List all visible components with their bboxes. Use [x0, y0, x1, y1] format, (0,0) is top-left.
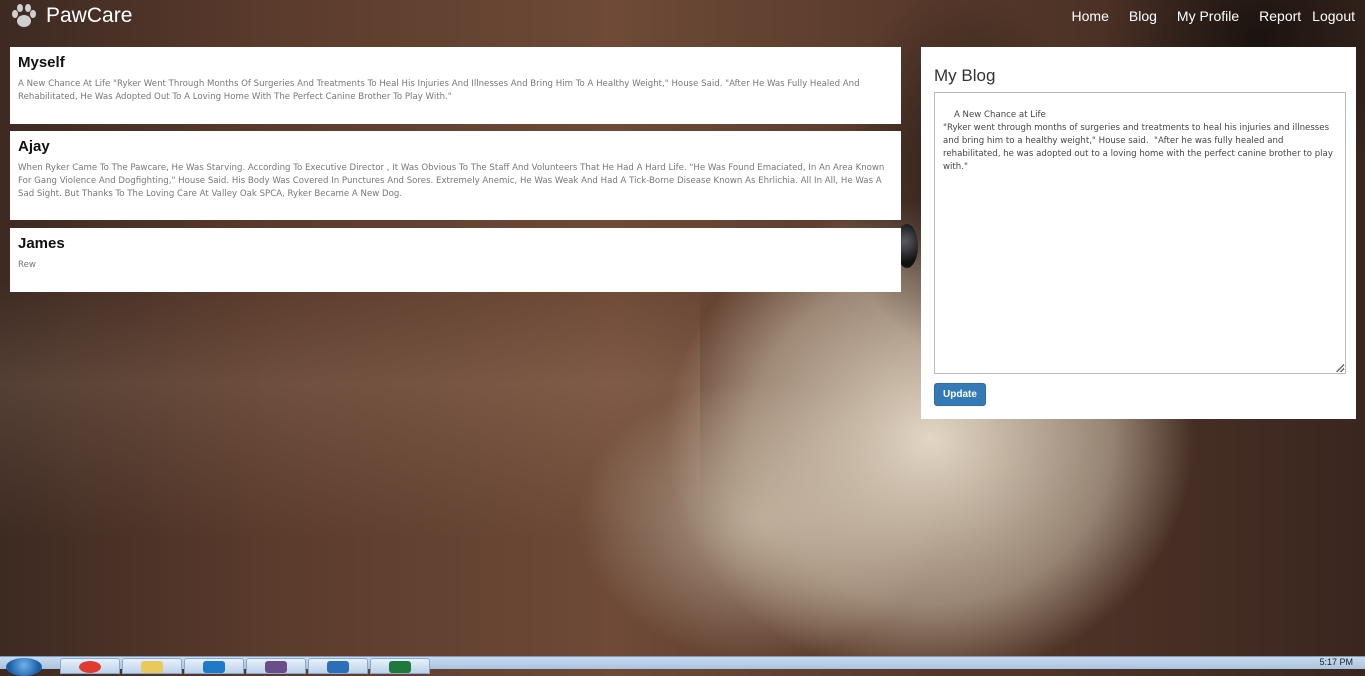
- post-card: Myself A New Chance At Life "Ryker Went …: [10, 47, 901, 124]
- nav-menu: Home Blog My Profile Report Logout: [1052, 8, 1355, 24]
- vscode-icon: [203, 661, 225, 673]
- taskbar-vscode[interactable]: [184, 658, 244, 674]
- post-author: Ajay: [18, 138, 50, 155]
- post-card: James Rew: [10, 228, 901, 292]
- brand-name: PawCare: [46, 4, 133, 27]
- chrome-icon: [79, 661, 101, 673]
- background-image: [0, 280, 700, 540]
- top-navbar: PawCare Home Blog My Profile Report Logo…: [0, 0, 1365, 36]
- nav-logout[interactable]: Logout: [1312, 8, 1355, 24]
- post-text: When Ryker Came To The Pawcare, He Was S…: [18, 163, 885, 199]
- nav-home[interactable]: Home: [1072, 8, 1109, 24]
- resize-grip-icon[interactable]: [1336, 364, 1344, 372]
- paw-icon: [10, 3, 38, 29]
- blog-content-text: A New Chance at Life "Ryker went through…: [943, 110, 1333, 172]
- post-author: Myself: [18, 54, 65, 71]
- file-explorer-icon: [141, 661, 163, 673]
- taskbar-excel[interactable]: [370, 658, 430, 674]
- nav-report[interactable]: Report: [1259, 8, 1301, 24]
- taskbar-tool[interactable]: [246, 658, 306, 674]
- post-card: Ajay When Ryker Came To The Pawcare, He …: [10, 131, 901, 220]
- taskbar-visual-studio[interactable]: [308, 658, 368, 674]
- visual-studio-icon: [327, 661, 349, 673]
- tool-icon: [265, 661, 287, 673]
- nav-my-profile[interactable]: My Profile: [1177, 8, 1239, 24]
- taskbar-chrome[interactable]: [60, 658, 120, 674]
- update-button[interactable]: Update: [934, 383, 986, 406]
- nav-blog[interactable]: Blog: [1129, 8, 1157, 24]
- taskbar-file-explorer[interactable]: [122, 658, 182, 674]
- brand[interactable]: PawCare: [10, 3, 132, 29]
- blog-content-textarea[interactable]: A New Chance at Life "Ryker went through…: [934, 92, 1346, 374]
- excel-icon: [389, 661, 411, 673]
- taskbar-clock[interactable]: 5:17 PM: [1319, 657, 1353, 667]
- post-author: James: [18, 235, 65, 252]
- my-blog-panel: My Blog A New Chance at Life "Ryker went…: [921, 47, 1356, 419]
- start-button[interactable]: [6, 658, 42, 676]
- post-text: Rew: [18, 260, 36, 270]
- blog-title: My Blog: [934, 66, 996, 85]
- windows-taskbar: 5:17 PM: [0, 656, 1365, 676]
- post-text: A New Chance At Life "Ryker Went Through…: [18, 79, 860, 102]
